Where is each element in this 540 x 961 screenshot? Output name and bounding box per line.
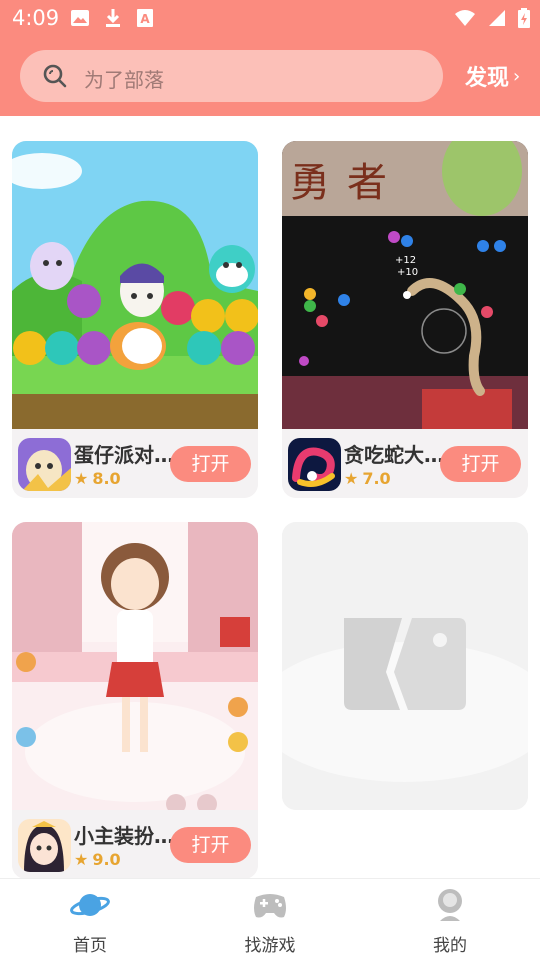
- search-input[interactable]: 为了部落: [20, 50, 443, 102]
- status-bar: 4:09 A: [0, 0, 540, 36]
- star-icon: ★: [74, 850, 89, 869]
- game-screenshot: 勇 者 +12 +10: [282, 141, 528, 429]
- game-screenshot: [12, 522, 258, 810]
- game-rating: ★ 9.0: [74, 850, 121, 869]
- svg-text:+10: +10: [397, 267, 418, 278]
- game-rating: ★ 7.0: [344, 469, 391, 488]
- tab-home-label: 首页: [73, 936, 107, 956]
- status-time: 4:09: [12, 6, 60, 30]
- font-icon: A: [137, 9, 153, 27]
- svg-text:+12: +12: [395, 255, 416, 266]
- battery-icon: [518, 8, 530, 28]
- planet-icon: [70, 894, 110, 916]
- search-placeholder: 为了部落: [84, 68, 164, 92]
- open-button[interactable]: 打开: [440, 446, 521, 482]
- tab-mine[interactable]: 我的: [360, 879, 540, 961]
- star-icon: ★: [74, 469, 89, 488]
- open-button[interactable]: 打开: [170, 446, 251, 482]
- tab-find-games[interactable]: 找游戏: [180, 879, 360, 961]
- app-icon: [18, 819, 71, 872]
- tab-home[interactable]: 首页: [0, 879, 180, 961]
- svg-text:勇: 勇: [290, 160, 330, 206]
- download-icon: [106, 9, 120, 27]
- tab-mine-label: 我的: [433, 936, 467, 956]
- discover-button[interactable]: 发现 ›: [465, 60, 520, 92]
- discover-label: 发现: [465, 66, 510, 91]
- game-card[interactable]: 蛋仔派对... ★ 8.0 打开: [12, 141, 258, 498]
- game-rating: ★ 8.0: [74, 469, 121, 488]
- header: 4:09 A 为了部落 发现 ›: [0, 0, 540, 116]
- search-icon: [43, 64, 67, 88]
- star-icon: ★: [344, 469, 359, 488]
- game-card[interactable]: 勇 者 +12 +10 贪吃蛇大... ★ 7.0 打开: [282, 141, 528, 498]
- app-icon: [18, 438, 71, 491]
- profile-icon: [438, 889, 462, 921]
- app-icon: [288, 438, 341, 491]
- game-card-placeholder[interactable]: [282, 522, 528, 810]
- svg-text:者: 者: [347, 160, 387, 206]
- chevron-right-icon: ›: [513, 65, 521, 87]
- open-button[interactable]: 打开: [170, 827, 251, 863]
- broken-image-icon: [282, 522, 528, 810]
- wifi-icon: [455, 10, 475, 26]
- image-icon: [71, 10, 89, 26]
- game-card[interactable]: 小主装扮... ★ 9.0 打开: [12, 522, 258, 879]
- bottom-tab-bar: 首页 找游戏 我的: [0, 878, 540, 960]
- gamepad-icon: [254, 894, 286, 918]
- signal-icon: [489, 10, 505, 26]
- svg-text:A: A: [140, 12, 150, 26]
- game-name: 蛋仔派对...: [74, 443, 174, 467]
- game-name: 小主装扮...: [74, 824, 174, 848]
- game-name: 贪吃蛇大...: [344, 443, 444, 467]
- tab-find-games-label: 找游戏: [244, 936, 296, 956]
- game-screenshot: [12, 141, 258, 429]
